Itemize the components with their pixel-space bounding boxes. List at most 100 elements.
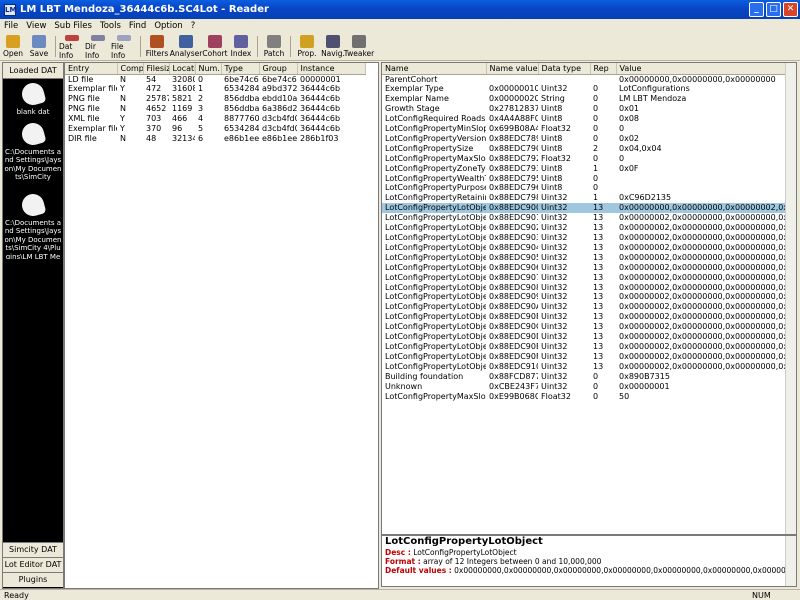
toolbar-label: Dir Info <box>85 42 100 60</box>
property-row[interactable]: LotConfigRequired Roads 0x4A4A88F0 Uint8 0 0… <box>382 114 787 124</box>
entries-column-header[interactable]: Num. <box>195 63 222 75</box>
property-row[interactable]: LotConfigPropertyPurposeTypes0x88EDC796U… <box>382 183 787 193</box>
property-row[interactable]: LotConfigPropertyMaxSlopeAllowed0xE99B06… <box>382 392 787 402</box>
entries-column-header[interactable]: Entry <box>65 63 118 75</box>
dirinfo-button[interactable]: Dir Info <box>85 33 111 60</box>
table-row[interactable]: PNG file N 4652 1169 3 856ddbac6a386d2636444c… <box>65 104 365 114</box>
plugins-tab[interactable]: Plugins <box>3 572 63 587</box>
menu-option[interactable]: Option <box>150 21 186 31</box>
fileinfo-button[interactable]: File Info <box>111 33 137 60</box>
table-cell: 96 <box>172 124 183 134</box>
property-row[interactable]: LotConfigPropertyLotObjectData0x88EDC903… <box>382 233 787 243</box>
open-button[interactable]: Open <box>0 33 26 60</box>
simcity-dat-tab[interactable]: Simcity DAT <box>3 542 63 557</box>
entries-list[interactable]: EntryCompreFilesizeLocatioNum.TypeGroupI… <box>64 62 379 589</box>
filters-button[interactable]: Filters <box>144 33 170 60</box>
analyser-button[interactable]: Analyser <box>170 33 202 60</box>
table-row[interactable]: PNG file N 257875821 2 856ddbacebdd10a436444… <box>65 94 365 104</box>
property-cell: LotConfigPropertyLotObjectData <box>385 272 486 282</box>
property-cell: 0x88FCD877 <box>489 371 538 381</box>
entries-column-header[interactable]: Type <box>221 63 260 75</box>
table-cell: 6 <box>198 133 204 143</box>
property-row[interactable]: LotConfigPropertyRetainingWallTypes0x88E… <box>382 193 787 203</box>
menu-find[interactable]: Find <box>125 21 150 31</box>
toolbar-separator <box>140 36 141 57</box>
property-row[interactable]: LotConfigPropertyLotObject 0x88EDC900 Uint… <box>382 203 787 214</box>
entries-column-header[interactable]: Group <box>259 63 298 75</box>
property-row[interactable]: LotConfigPropertyLotObjectData0x88EDC90C… <box>382 322 787 332</box>
property-row[interactable]: LotConfigPropertyLotObjectData0x88EDC90A… <box>382 302 787 312</box>
property-row[interactable]: LotConfigPropertyLotObjectData0x88EDC90E… <box>382 342 787 352</box>
loaded-dat-item[interactable]: blank dat <box>3 79 63 119</box>
property-row[interactable]: LotConfigPropertyLotObjectData0x88EDC90F… <box>382 352 787 362</box>
property-row[interactable]: LotConfigPropertyLotObjectData0x88EDC909… <box>382 292 787 302</box>
property-row[interactable]: LotConfigPropertyLotObjectData0x88EDC90D… <box>382 332 787 342</box>
properties-column-header[interactable]: Name value <box>486 63 539 75</box>
datinfo-button[interactable]: Dat Info <box>59 33 85 60</box>
index-button[interactable]: Index <box>228 33 254 60</box>
loaded-dat-item[interactable]: C:\Documents and Settings\Jayson\My Docu… <box>3 119 63 190</box>
properties-column-header[interactable]: Value <box>616 63 788 75</box>
property-row[interactable]: Exemplar Name 0x00000020 String 0 LM LBT Men… <box>382 94 787 104</box>
tweaker-button[interactable]: Tweaker <box>344 33 374 60</box>
table-row[interactable]: XML file Y 703 466 4 88777602d3cb4fd036444c6b <box>65 114 365 124</box>
table-row[interactable]: DIR file N 48 32134 6 e86b1eef e86b1eef 286b1f0… <box>65 134 365 144</box>
navig-button[interactable]: Navig. <box>320 33 346 60</box>
maximize-button[interactable]: □ <box>766 2 781 17</box>
menu-?[interactable]: ? <box>187 21 200 31</box>
entries-column-header[interactable]: Instance <box>297 63 366 75</box>
close-button[interactable]: ✕ <box>783 2 798 17</box>
property-cell: Uint32 <box>541 341 568 351</box>
save-button[interactable]: Save <box>26 33 52 60</box>
menu-file[interactable]: File <box>0 21 22 31</box>
property-row[interactable]: LotConfigPropertyLotObjectData0x88EDC904… <box>382 243 787 253</box>
entries-column-header[interactable]: Compre <box>117 63 144 75</box>
property-cell: 0x00000002,0x00000000,0x00000000,0x00080… <box>619 351 787 361</box>
property-row[interactable]: LotConfigPropertyVersion 0x88EDC789 Uint8 0… <box>382 134 787 144</box>
property-cell: 13 <box>593 332 604 342</box>
properties-list[interactable]: Name Name value Data type Rep Value ParentCo… <box>381 62 797 535</box>
property-row[interactable]: LotConfigPropertyZoneTypes0x88EDC793Uint… <box>382 164 787 174</box>
property-cell: 0x00000002,0x00000000,0x00000000,0x00080… <box>619 341 787 351</box>
prop-button[interactable]: Prop. <box>294 33 320 60</box>
property-row[interactable]: LotConfigPropertyWealthTypes0x88EDC795Ui… <box>382 174 787 184</box>
entries-column-header[interactable]: Filesize <box>143 63 170 75</box>
property-row[interactable]: LotConfigPropertyLotObjectData0x88EDC910… <box>382 362 787 372</box>
property-row[interactable]: LotConfigPropertyLotObjectData0x88EDC906… <box>382 263 787 273</box>
property-cell: Uint8 <box>541 114 563 124</box>
menu-tools[interactable]: Tools <box>96 21 125 31</box>
property-row[interactable]: LotConfigPropertyMaxSlopeBeforeL...0x88E… <box>382 154 787 164</box>
menu-subfiles[interactable]: Sub Files <box>50 21 96 31</box>
property-row[interactable]: LotConfigPropertyLotObjectData0x88EDC901… <box>382 213 787 223</box>
property-row[interactable]: ParentCohort 0x00000000,0x00000000,0x0000… <box>382 74 787 84</box>
property-row[interactable]: Growth Stage 0x27812837 Uint8 0 0x01 <box>382 104 787 114</box>
property-row[interactable]: LotConfigPropertyLotObjectData0x88EDC90B… <box>382 312 787 322</box>
properties-scrollbar[interactable] <box>785 63 796 534</box>
minimize-button[interactable]: _ <box>749 2 764 17</box>
properties-column-header[interactable]: Data type <box>538 63 591 75</box>
table-row[interactable]: Exemplar fileY 472 316081 6534284aa9bd37236… <box>65 84 365 94</box>
property-row[interactable]: LotConfigPropertyLotObjectData0x88EDC902… <box>382 223 787 233</box>
cohort-button[interactable]: Cohort <box>202 33 228 60</box>
loaded-dat-item-label: C:\Documents and Settings\Jayson\My Docu… <box>4 218 62 259</box>
property-row[interactable]: Unknown 0xCBE243F7 Uint32 0 0x00000001 <box>382 382 787 392</box>
property-row[interactable]: LotConfigPropertyMinSlopeAllowed0x699B08… <box>382 124 787 134</box>
entries-column-header[interactable]: Locatio <box>169 63 196 75</box>
table-row[interactable]: Exemplar fileY 370 96 5 6534284ad3cb4fd03644… <box>65 124 365 134</box>
property-row[interactable]: Building foundation 0x88FCD877 Uint32 0 0x89… <box>382 372 787 382</box>
loaded-dat-item[interactable]: C:\Documents and Settings\Jayson\My Docu… <box>3 190 63 261</box>
property-row[interactable]: LotConfigPropertyLotObjectData0x88EDC907… <box>382 273 787 283</box>
description-scrollbar[interactable] <box>785 536 796 586</box>
lot-editor-dat-tab[interactable]: Lot Editor DAT <box>3 557 63 572</box>
properties-column-header[interactable]: Name <box>382 63 487 75</box>
menu-view[interactable]: View <box>22 21 50 31</box>
loaded-dat-tab[interactable]: Loaded DAT <box>3 63 63 79</box>
patch-button[interactable]: Patch <box>261 33 287 60</box>
table-cell: 36444c6b <box>300 104 341 114</box>
property-row[interactable]: LotConfigPropertyLotObjectData0x88EDC905… <box>382 253 787 263</box>
property-row[interactable]: Exemplar Type 0x00000010 Uint32 0 LotConfigu… <box>382 84 787 94</box>
table-row[interactable]: LD fileN543208006be74c606be74c6000000001 <box>65 74 365 84</box>
property-row[interactable]: LotConfigPropertyLotObjectData0x88EDC908… <box>382 283 787 293</box>
property-row[interactable]: LotConfigPropertySize 0x88EDC790 Uint8 2 0x0… <box>382 144 787 154</box>
properties-column-header[interactable]: Rep <box>590 63 617 75</box>
